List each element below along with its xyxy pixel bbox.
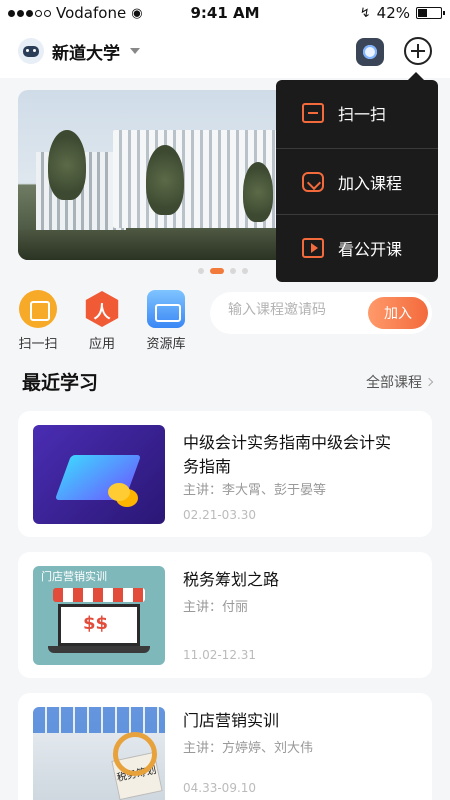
invite-code-input[interactable] — [228, 302, 363, 318]
banner-tree — [243, 162, 273, 222]
chevron-down-icon — [130, 48, 140, 54]
quick-actions: 扫一扫 应用 资源库 — [0, 290, 200, 352]
course-title: 税务筹划之路 — [183, 570, 280, 589]
battery-percent: 42% — [376, 4, 410, 22]
status-bar: Vodafone ◉ 9:41 AM ↯ 42% — [0, 0, 450, 26]
carousel-dot-active[interactable] — [210, 268, 224, 274]
course-title: 中级会计实务指南中级会计实务指南 — [183, 433, 392, 476]
scan-icon — [19, 290, 57, 328]
avatar-icon — [18, 38, 44, 64]
course-thumbnail: 税务筹划 — [33, 707, 165, 800]
school-name: 新道大学 — [52, 43, 120, 64]
play-video-icon — [302, 237, 324, 258]
thumbnail-caption: 门店营销实训 — [41, 570, 107, 583]
course-teacher: 主讲：方婷婷、刘大伟 — [183, 741, 314, 756]
top-header: 新道大学 — [0, 26, 450, 78]
chevron-right-icon — [424, 377, 434, 387]
course-thumbnail: 门店营销实训 — [33, 566, 165, 665]
menu-item-label: 看公开课 — [338, 239, 403, 259]
quick-action-label: 资源库 — [146, 337, 186, 352]
plus-circle-icon[interactable] — [404, 37, 432, 65]
menu-item-scan[interactable]: 扫一扫 — [276, 80, 438, 146]
all-courses-link[interactable]: 全部课程 — [366, 372, 434, 392]
carousel-dot[interactable] — [242, 268, 248, 274]
scan-icon — [302, 103, 324, 123]
school-switcher[interactable]: 新道大学 — [18, 38, 140, 64]
bluetooth-icon: ↯ — [359, 5, 371, 21]
course-dates: 04.33-09.10 — [183, 781, 257, 795]
quick-action-library[interactable]: 资源库 — [136, 290, 196, 352]
quick-action-label: 扫一扫 — [18, 337, 58, 352]
course-dates: 02.21-03.30 — [183, 508, 257, 522]
all-courses-label: 全部课程 — [366, 375, 422, 391]
course-card[interactable]: 门店营销实训 税务筹划之路 主讲：付丽 11.02-12.31 — [18, 552, 432, 678]
carousel-indicator — [198, 268, 248, 274]
course-teacher: 主讲：李大霄、彭于晏等 — [183, 483, 327, 498]
menu-item-label: 加入课程 — [338, 173, 403, 193]
join-course-icon — [302, 171, 324, 192]
course-card[interactable]: 税务筹划 门店营销实训 主讲：方婷婷、刘大伟 04.33-09.10 — [18, 693, 432, 800]
camera-robot-icon[interactable] — [356, 38, 384, 66]
course-thumbnail — [33, 425, 165, 524]
menu-item-label: 扫一扫 — [338, 105, 387, 124]
library-icon — [147, 290, 185, 328]
thumbnail-caption: 税务筹划 — [111, 751, 163, 800]
carousel-dot[interactable] — [230, 268, 236, 274]
quick-action-apps[interactable]: 应用 — [72, 290, 132, 352]
course-teacher: 主讲：付丽 — [183, 600, 249, 615]
join-button[interactable]: 加入 — [368, 297, 428, 329]
section-title: 最近学习 — [22, 372, 99, 394]
battery-icon — [416, 7, 445, 19]
course-dates: 11.02-12.31 — [183, 648, 257, 662]
app-icon — [83, 290, 121, 328]
quick-action-label: 应用 — [88, 337, 115, 352]
course-title: 门店营销实训 — [183, 711, 280, 730]
add-dropdown-menu: 扫一扫 加入课程 看公开课 — [276, 72, 438, 282]
banner-tree — [146, 145, 184, 215]
carousel-dot[interactable] — [198, 268, 204, 274]
invite-code-box: 加入 — [210, 292, 432, 334]
quick-action-scan[interactable]: 扫一扫 — [8, 290, 68, 352]
battery-group: ↯ 42% — [359, 4, 445, 22]
banner-tree — [48, 130, 86, 200]
course-card[interactable]: 中级会计实务指南中级会计实务指南 主讲：李大霄、彭于晏等 02.21-03.30 — [18, 411, 432, 537]
menu-item-open-course[interactable]: 看公开课 — [276, 214, 438, 280]
menu-item-join-course[interactable]: 加入课程 — [276, 148, 438, 214]
